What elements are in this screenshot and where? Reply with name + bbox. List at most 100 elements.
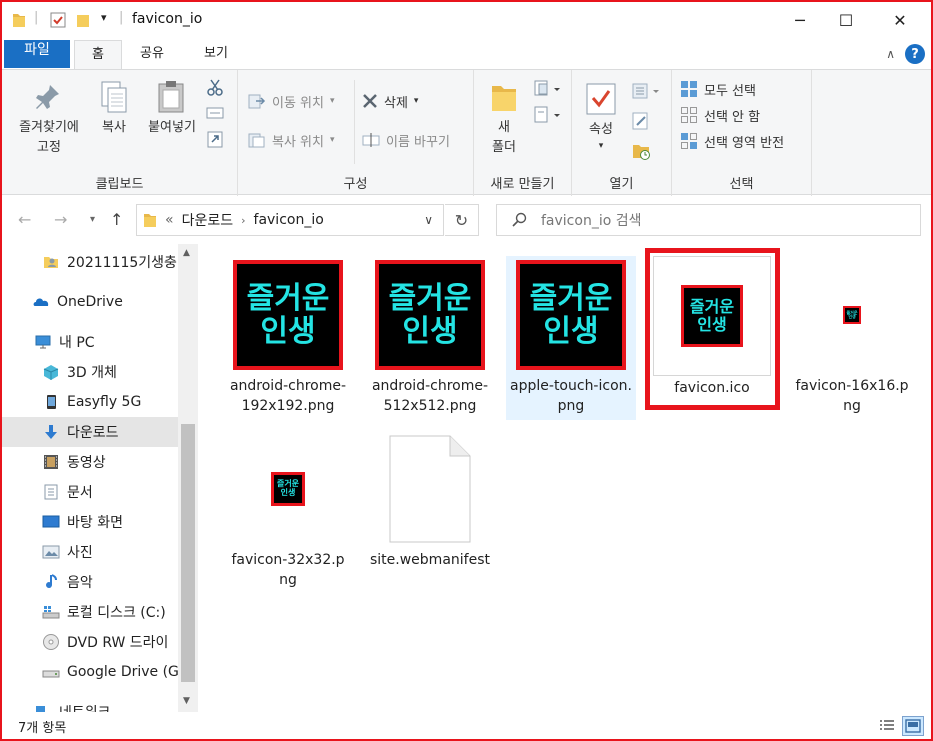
properties-button[interactable]: 속성 ▾ xyxy=(580,82,622,152)
folder-user-icon xyxy=(44,257,58,268)
select-all-button[interactable]: 모두 선택 xyxy=(680,78,756,100)
scroll-down-icon[interactable]: ▼ xyxy=(183,696,190,706)
separator: | xyxy=(119,10,124,25)
new-folder-button[interactable]: 새 폴더 xyxy=(482,82,526,158)
desktop-icon xyxy=(42,515,60,528)
group-label-clipboard: 클립보드 xyxy=(95,177,144,192)
file-thumbnail: 즐거운 인생 xyxy=(375,260,485,370)
tab-share[interactable]: 공유 xyxy=(130,40,174,68)
sidebar-item-desktop[interactable]: 바탕 화면 xyxy=(2,507,178,537)
scrollbar-thumb[interactable] xyxy=(181,424,195,682)
rename-button[interactable]: 이름 바꾸기 xyxy=(362,129,450,151)
group-new: 새 폴더 새로 만들기 xyxy=(474,70,572,196)
paste-shortcut-icon[interactable] xyxy=(206,130,224,148)
sidebar-item-this-pc[interactable]: 내 PC xyxy=(2,327,178,357)
large-icons-view-button[interactable] xyxy=(902,716,924,736)
new-folder-quick-icon[interactable] xyxy=(76,12,90,28)
maximize-button[interactable]: ☐ xyxy=(823,2,869,38)
sidebar-item-google-drive[interactable]: Google Drive (G xyxy=(2,657,178,687)
file-name: favicon-16x16.png xyxy=(795,378,909,414)
file-item[interactable]: 즐거운 인생 favicon-32x32.png xyxy=(224,430,352,594)
close-button[interactable]: ✕ xyxy=(869,2,931,38)
delete-button[interactable]: 삭제 ▾ xyxy=(362,90,418,112)
paste-icon xyxy=(158,81,184,113)
tab-home[interactable]: 홈 xyxy=(74,40,122,70)
cut-icon[interactable] xyxy=(206,78,224,96)
properties-icon xyxy=(586,83,616,115)
file-thumbnail: 즐거운 인생 xyxy=(516,260,626,370)
file-item[interactable]: 즐거운 인생 android-chrome-192x192.png xyxy=(224,256,352,420)
recent-locations-icon[interactable]: ▾ xyxy=(90,214,95,225)
sidebar-item-phone[interactable]: Easyfly 5G xyxy=(2,387,178,417)
pc-icon xyxy=(35,335,51,349)
sidebar-item-music[interactable]: 음악 xyxy=(2,567,178,597)
refresh-button[interactable]: ↻ xyxy=(445,204,479,236)
scroll-up-icon[interactable]: ▲ xyxy=(183,248,190,258)
group-select: 모두 선택 선택 안 함 선택 영역 반전 선택 xyxy=(672,70,812,196)
sidebar-item-dvd-drive[interactable]: DVD RW 드라이 xyxy=(2,627,178,657)
file-item[interactable]: site.webmanifest xyxy=(366,430,494,574)
sidebar-item-network[interactable]: 네트워크 xyxy=(2,697,178,712)
file-item[interactable]: 즐거운 인생 favicon-16x16.png xyxy=(788,256,916,420)
delete-icon xyxy=(363,94,377,108)
sidebar-scrollbar[interactable]: ▲ ▼ xyxy=(178,244,198,712)
open-icon[interactable] xyxy=(632,82,662,100)
minimize-button[interactable]: ─ xyxy=(777,2,823,38)
file-item[interactable]: 즐거운 인생 android-chrome-512x512.png xyxy=(366,256,494,420)
details-view-button[interactable] xyxy=(876,716,898,736)
highlight-box xyxy=(645,248,780,410)
select-all-icon xyxy=(681,81,697,97)
easy-access-icon[interactable] xyxy=(534,106,562,124)
forward-icon[interactable]: → xyxy=(54,210,67,229)
sidebar-item-videos[interactable]: 동영상 xyxy=(2,447,178,477)
group-organize: 이동 위치 ▾ 복사 위치 ▾ 삭제 ▾ 이름 바꾸기 구성 xyxy=(238,70,474,196)
group-label-new: 새로 만들기 xyxy=(490,177,555,192)
address-overflow[interactable]: « xyxy=(165,212,174,228)
breadcrumb-favicon-io[interactable]: favicon_io xyxy=(254,212,324,228)
breadcrumb-downloads[interactable]: 다운로드 xyxy=(182,210,234,230)
refresh-icon: ↻ xyxy=(454,210,469,230)
sidebar-item-documents[interactable]: 문서 xyxy=(2,477,178,507)
pin-to-quick-access-button[interactable]: 즐겨찾기에 고정 xyxy=(8,82,90,158)
edit-icon[interactable] xyxy=(632,112,650,130)
sidebar-item-user-folder[interactable]: 20211115기생충 xyxy=(2,247,178,277)
google-drive-icon xyxy=(42,670,60,678)
onedrive-icon xyxy=(33,298,49,306)
file-thumbnail: 즐거운 인생 xyxy=(843,306,861,324)
copy-to-button[interactable]: 복사 위치 ▾ xyxy=(248,129,335,151)
file-item[interactable]: 즐거운 인생 apple-touch-icon.png xyxy=(506,256,636,420)
collapse-ribbon-icon[interactable]: ∧ xyxy=(886,47,895,61)
new-folder-icon xyxy=(492,86,516,111)
sidebar-item-onedrive[interactable]: OneDrive xyxy=(2,287,178,317)
address-dropdown-icon[interactable]: ∨ xyxy=(424,213,433,227)
document-icon xyxy=(44,484,58,500)
properties-quick-icon[interactable] xyxy=(50,12,66,28)
tab-view[interactable]: 보기 xyxy=(194,40,238,68)
network-icon xyxy=(36,706,45,712)
title-bar: | ▾ | favicon_io ─ ☐ ✕ xyxy=(2,2,931,38)
history-icon[interactable] xyxy=(632,142,650,160)
customize-quick-access-icon[interactable]: ▾ xyxy=(101,11,107,24)
copy-path-icon[interactable] xyxy=(206,106,224,120)
phone-icon xyxy=(47,395,56,409)
move-to-button[interactable]: 이동 위치 ▾ xyxy=(248,90,335,112)
sidebar-item-pictures[interactable]: 사진 xyxy=(2,537,178,567)
invert-selection-button[interactable]: 선택 영역 반전 xyxy=(680,130,784,152)
navigation-pane: 20211115기생충 OneDrive 내 PC 3D 개체 Easyfly … xyxy=(2,244,199,712)
file-name: apple-touch-icon.png xyxy=(510,378,632,414)
select-none-button[interactable]: 선택 안 함 xyxy=(680,104,760,126)
new-item-icon[interactable] xyxy=(534,80,562,98)
select-none-icon xyxy=(681,107,697,123)
paste-button[interactable]: 붙여넣기 xyxy=(140,80,204,138)
tab-file[interactable]: 파일 xyxy=(4,40,70,68)
copy-button[interactable]: 복사 xyxy=(94,80,134,138)
help-icon[interactable]: ? xyxy=(905,44,925,64)
address-bar[interactable]: « 다운로드 › favicon_io ∨ xyxy=(136,204,444,236)
music-icon xyxy=(46,574,57,589)
sidebar-item-local-disk[interactable]: 로컬 디스크 (C:) xyxy=(2,597,178,627)
sidebar-item-3d-objects[interactable]: 3D 개체 xyxy=(2,357,178,387)
up-icon[interactable]: ↑ xyxy=(110,210,123,229)
search-box[interactable]: favicon_io 검색 xyxy=(496,204,921,236)
sidebar-item-downloads[interactable]: 다운로드 xyxy=(2,417,178,447)
back-icon[interactable]: ← xyxy=(18,210,31,229)
